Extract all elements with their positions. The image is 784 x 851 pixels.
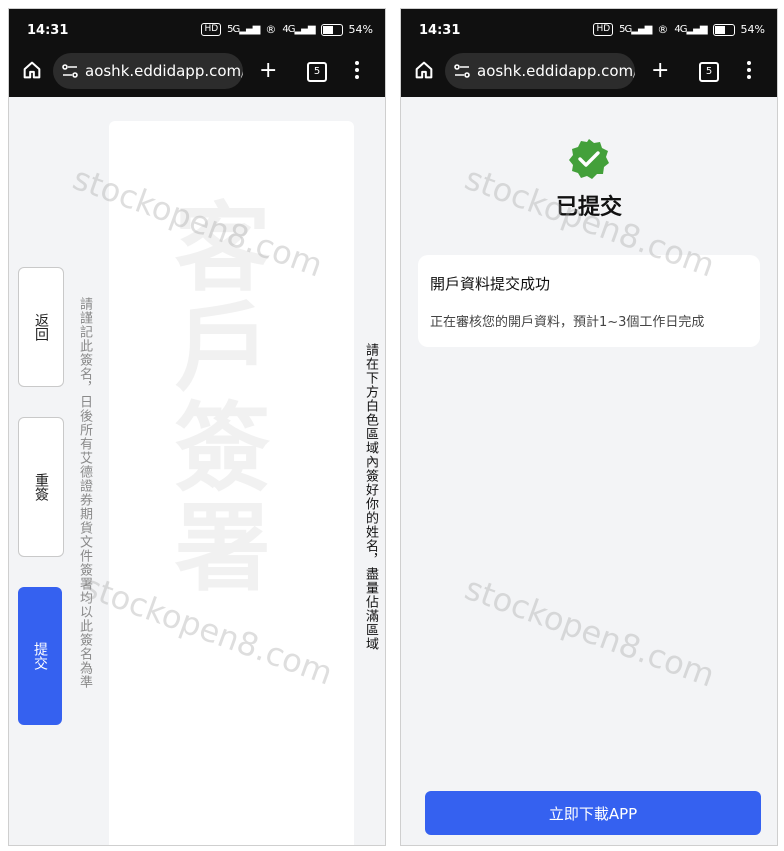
hd-badge: HD — [593, 23, 614, 36]
battery-unit: % — [754, 23, 765, 36]
registered-icon: ® — [657, 23, 669, 36]
submit-button[interactable]: 提交 — [18, 587, 62, 725]
redo-signature-button[interactable]: 重簽 — [18, 417, 64, 557]
result-card-description: 正在審核您的開戶資料，預計1~3個工作日完成 — [430, 315, 705, 330]
status-icons: HD 5G▂▄▆ ® 4G▂▄▆ 54% — [201, 23, 373, 36]
signal-5g-icon: 5G▂▄▆ — [619, 24, 652, 35]
signature-area-watermark: 客戶簽署 — [158, 197, 270, 597]
back-button-label: 返回 — [33, 313, 49, 341]
status-time: 14:31 — [27, 23, 69, 38]
hd-badge: HD — [201, 23, 222, 36]
site-settings-icon[interactable] — [61, 62, 79, 80]
registered-icon: ® — [265, 23, 277, 36]
result-card-title: 開戶資料提交成功 — [430, 275, 551, 293]
network-5g-label: 5G — [227, 24, 240, 35]
battery-icon — [320, 23, 343, 36]
signal-4g-icon: 4G▂▄▆ — [674, 24, 707, 35]
browser-topbar: 14:31 HD 5G▂▄▆ ® 4G▂▄▆ 54% aoshk.eddidap… — [9, 9, 385, 97]
signal-5g-icon: 5G▂▄▆ — [227, 24, 260, 35]
network-5g-label: 5G — [619, 24, 632, 35]
browser-topbar: 14:31 HD 5G▂▄▆ ® 4G▂▄▆ 54% aoshk.eddidap… — [401, 9, 777, 97]
back-button[interactable]: 返回 — [18, 267, 64, 387]
battery-value: 54 — [348, 23, 363, 36]
download-app-button[interactable]: 立即下載APP — [425, 791, 761, 835]
more-menu-icon[interactable] — [355, 61, 359, 79]
new-tab-button[interactable]: + — [651, 60, 669, 82]
watermark: stockopen8.com — [460, 569, 720, 695]
result-card: 開戶資料提交成功 正在審核您的開戶資料，預計1~3個工作日完成 — [418, 255, 760, 347]
submit-button-label: 提交 — [32, 642, 48, 670]
new-tab-button[interactable]: + — [259, 60, 277, 82]
site-settings-icon[interactable] — [453, 62, 471, 80]
success-check-icon — [569, 139, 609, 179]
signature-screen: 14:31 HD 5G▂▄▆ ® 4G▂▄▆ 54% aoshk.eddidap… — [8, 8, 386, 846]
remember-signature-hint: 請謹記此簽名，日後所有艾德證券期貨文件簽署均以此簽名為準 — [77, 297, 92, 689]
status-time: 14:31 — [419, 23, 461, 38]
url-text: aoshk.eddidapp.com/a — [477, 62, 635, 80]
tab-count-button[interactable]: 5 — [699, 62, 719, 82]
battery-level: 54% — [741, 23, 765, 36]
status-icons: HD 5G▂▄▆ ® 4G▂▄▆ 54% — [593, 23, 765, 36]
submission-result-screen: 14:31 HD 5G▂▄▆ ® 4G▂▄▆ 54% aoshk.eddidap… — [400, 8, 778, 846]
page-title: 已提交 — [555, 195, 622, 220]
more-menu-icon[interactable] — [747, 61, 751, 79]
battery-value: 54 — [740, 23, 755, 36]
result-content: 已提交 開戶資料提交成功 正在審核您的開戶資料，預計1~3個工作日完成 立即下載… — [401, 97, 777, 845]
network-4g-label: 4G — [282, 24, 295, 35]
battery-level: 54% — [349, 23, 373, 36]
signal-4g-icon: 4G▂▄▆ — [282, 24, 315, 35]
network-4g-label: 4G — [674, 24, 687, 35]
battery-unit: % — [362, 23, 373, 36]
battery-icon — [712, 23, 735, 36]
home-icon[interactable] — [413, 59, 435, 81]
url-text: aoshk.eddidapp.com/s — [85, 62, 243, 80]
signature-instruction: 請在下方白色區域內簽好你的姓名，盡量佔滿區域 — [363, 343, 378, 651]
tab-count-button[interactable]: 5 — [307, 62, 327, 82]
address-bar[interactable]: aoshk.eddidapp.com/a — [445, 53, 635, 89]
home-icon[interactable] — [21, 59, 43, 81]
address-bar[interactable]: aoshk.eddidapp.com/s — [53, 53, 243, 89]
redo-button-label: 重簽 — [33, 473, 49, 501]
signature-content: 客戶簽署 返回 重簽 提交 請謹記此簽名，日後所有艾德證券期貨文件簽署均以此簽名… — [9, 97, 385, 845]
